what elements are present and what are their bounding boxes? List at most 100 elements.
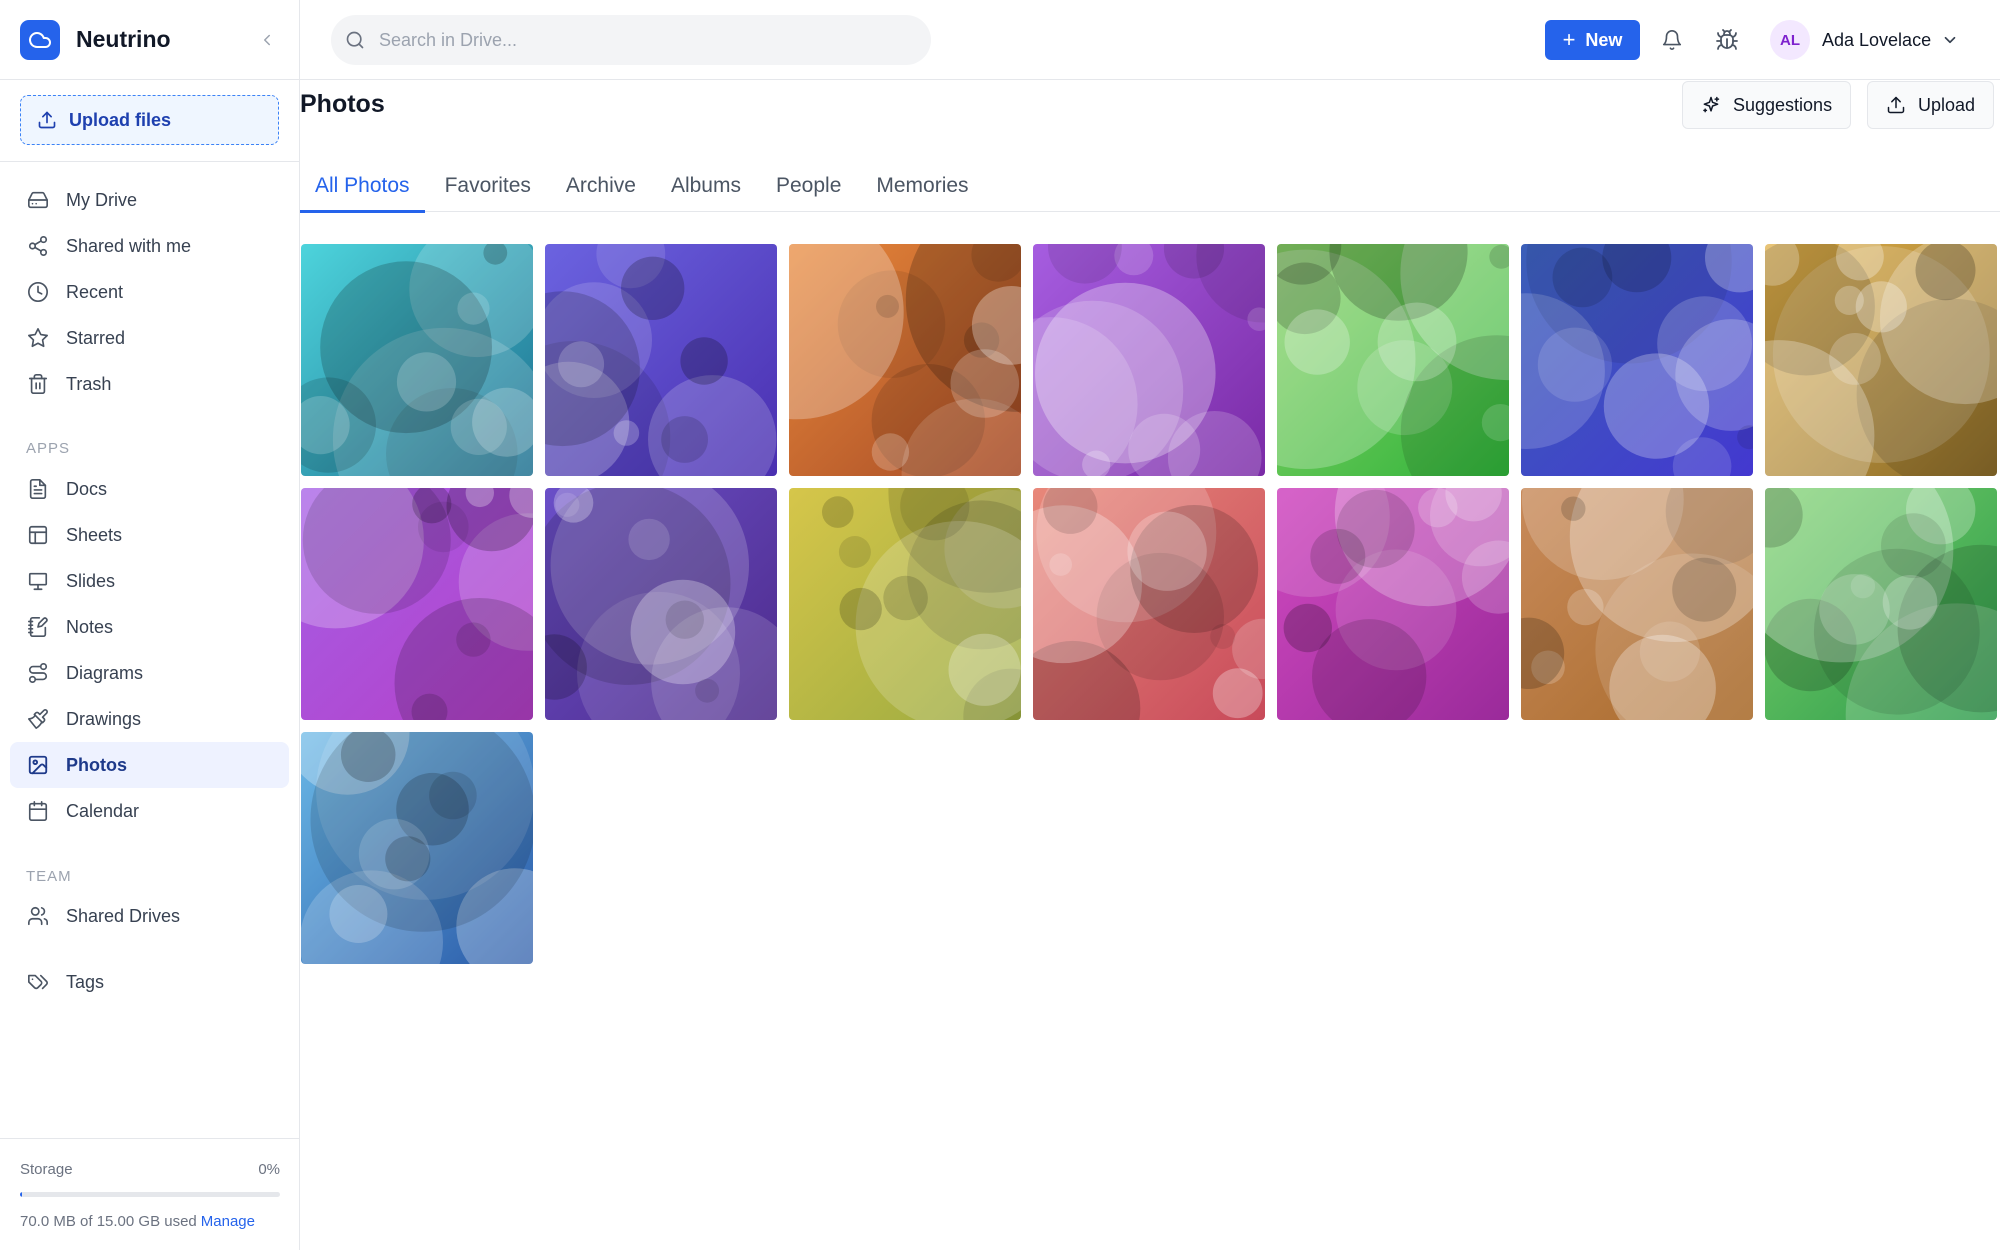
suggestions-button[interactable]: Suggestions <box>1682 81 1852 129</box>
tags-section: Tags <box>10 959 289 1005</box>
brand-header: Neutrino <box>0 0 299 80</box>
topbar: + New AL Ada Lovelace <box>300 0 2000 80</box>
chevron-left-icon <box>264 34 270 46</box>
apps-list: Docs Sheets Slides Notes Diagrams Drawin… <box>10 466 289 834</box>
tab-people[interactable]: People <box>761 160 856 212</box>
sidebar-item-shared-with-me[interactable]: Shared with me <box>10 223 289 269</box>
storage-percent: 0% <box>258 1161 280 1178</box>
photo-thumbnail[interactable] <box>1277 488 1509 720</box>
photo-thumbnail[interactable] <box>1765 488 1997 720</box>
clock-icon <box>26 280 50 304</box>
photo-thumbnail[interactable] <box>1033 244 1265 476</box>
diagrams-icon <box>26 661 50 685</box>
sidebar-item-label: Calendar <box>66 800 140 821</box>
sidebar-item-recent[interactable]: Recent <box>10 269 289 315</box>
search-input[interactable] <box>379 29 899 51</box>
sparkles-icon <box>1703 96 1720 113</box>
sidebar-item-shared-drives[interactable]: Shared Drives <box>10 893 289 939</box>
sidebar-item-label: Tags <box>66 971 105 992</box>
notifications-button[interactable] <box>1659 27 1685 53</box>
photo-thumbnail[interactable] <box>789 488 1021 720</box>
photo-thumbnail[interactable] <box>1521 488 1753 720</box>
sidebar-item-sheets[interactable]: Sheets <box>10 512 289 558</box>
calendar-icon <box>26 799 50 823</box>
avatar: AL <box>1770 20 1810 60</box>
star-icon <box>26 326 50 350</box>
team-section-label: TEAM <box>26 867 72 885</box>
drawings-icon <box>26 707 50 731</box>
storage-panel: Storage 0% 70.0 MB of 15.00 GB used Manag… <box>0 1138 300 1250</box>
photo-thumbnail[interactable] <box>1277 244 1509 476</box>
new-button[interactable]: + New <box>1545 20 1640 60</box>
manage-storage-link[interactable]: Manage <box>201 1213 255 1230</box>
bug-icon <box>1716 29 1738 50</box>
upload-button[interactable]: Upload <box>1867 81 1995 129</box>
upload-icon <box>1887 96 1905 114</box>
sidebar-item-label: Recent <box>66 281 124 302</box>
upload-label: Upload <box>1918 94 1976 115</box>
sidebar-item-slides[interactable]: Slides <box>10 558 289 604</box>
photo-thumbnail[interactable] <box>301 488 533 720</box>
trash-icon <box>26 372 50 396</box>
tab-all-photos[interactable]: All Photos <box>300 160 425 213</box>
sidebar-item-docs[interactable]: Docs <box>10 466 289 512</box>
tab-archive[interactable]: Archive <box>551 160 651 212</box>
app-name: Neutrino <box>76 26 171 52</box>
slides-icon <box>26 569 50 593</box>
sidebar-item-label: Starred <box>66 327 126 348</box>
sidebar-item-notes[interactable]: Notes <box>10 604 289 650</box>
team-section: TEAM <box>10 864 289 888</box>
sidebar-item-diagrams[interactable]: Diagrams <box>10 650 289 696</box>
sheets-icon <box>26 523 50 547</box>
debug-button[interactable] <box>1714 27 1740 53</box>
docs-icon <box>26 477 50 501</box>
sidebar-item-label: Shared Drives <box>66 905 181 926</box>
sidebar-item-calendar[interactable]: Calendar <box>10 788 289 834</box>
sidebar-item-tags[interactable]: Tags <box>10 959 289 1005</box>
suggestions-label: Suggestions <box>1733 94 1833 115</box>
sidebar-item-my-drive[interactable]: My Drive <box>10 177 289 223</box>
photo-thumbnail[interactable] <box>301 732 533 964</box>
user-menu[interactable]: AL Ada Lovelace <box>1770 20 1959 60</box>
upload-icon <box>38 111 56 129</box>
photo-thumbnail[interactable] <box>1765 244 1997 476</box>
sidebar-item-label: Slides <box>66 570 116 591</box>
share-icon <box>26 234 50 258</box>
users-icon <box>26 904 50 928</box>
photo-thumbnail[interactable] <box>789 244 1021 476</box>
page-title: Photos <box>300 90 385 118</box>
upload-area: Upload files <box>0 80 299 162</box>
sidebar-item-photos[interactable]: Photos <box>10 742 289 788</box>
photo-thumbnail[interactable] <box>1033 488 1265 720</box>
sidebar: Neutrino Upload files My Drive Shared wi… <box>0 0 300 1250</box>
sidebar-item-label: Drawings <box>66 708 142 729</box>
photo-thumbnail[interactable] <box>301 244 533 476</box>
main-nav: My Drive Shared with me Recent Starred T… <box>10 177 289 407</box>
photo-thumbnail[interactable] <box>1521 244 1753 476</box>
storage-progress-fill <box>20 1192 22 1197</box>
photo-thumbnail[interactable] <box>545 488 777 720</box>
apps-nav: APPS <box>10 436 289 460</box>
sidebar-item-label: Photos <box>66 754 127 775</box>
cloud-logo-icon <box>20 19 60 60</box>
team-list: Shared Drives <box>10 893 289 939</box>
search-bar[interactable] <box>331 15 931 65</box>
tab-favorites[interactable]: Favorites <box>430 160 546 212</box>
chevron-down-icon <box>1944 36 1956 44</box>
tab-memories[interactable]: Memories <box>861 160 983 212</box>
sidebar-item-starred[interactable]: Starred <box>10 315 289 361</box>
sidebar-item-label: Notes <box>66 616 114 637</box>
upload-files-button[interactable]: Upload files <box>20 95 279 145</box>
sidebar-item-trash[interactable]: Trash <box>10 361 289 407</box>
collapse-sidebar-button[interactable] <box>255 28 279 52</box>
search-icon <box>346 31 364 49</box>
sidebar-item-drawings[interactable]: Drawings <box>10 696 289 742</box>
sidebar-item-label: Docs <box>66 478 108 499</box>
user-name: Ada Lovelace <box>1822 29 1932 50</box>
storage-progress-bar <box>20 1192 280 1197</box>
photos-icon <box>26 753 50 777</box>
photo-thumbnail[interactable] <box>545 244 777 476</box>
tab-albums[interactable]: Albums <box>656 160 756 212</box>
sidebar-item-label: Sheets <box>66 524 123 545</box>
plus-icon: + <box>1562 27 1576 52</box>
